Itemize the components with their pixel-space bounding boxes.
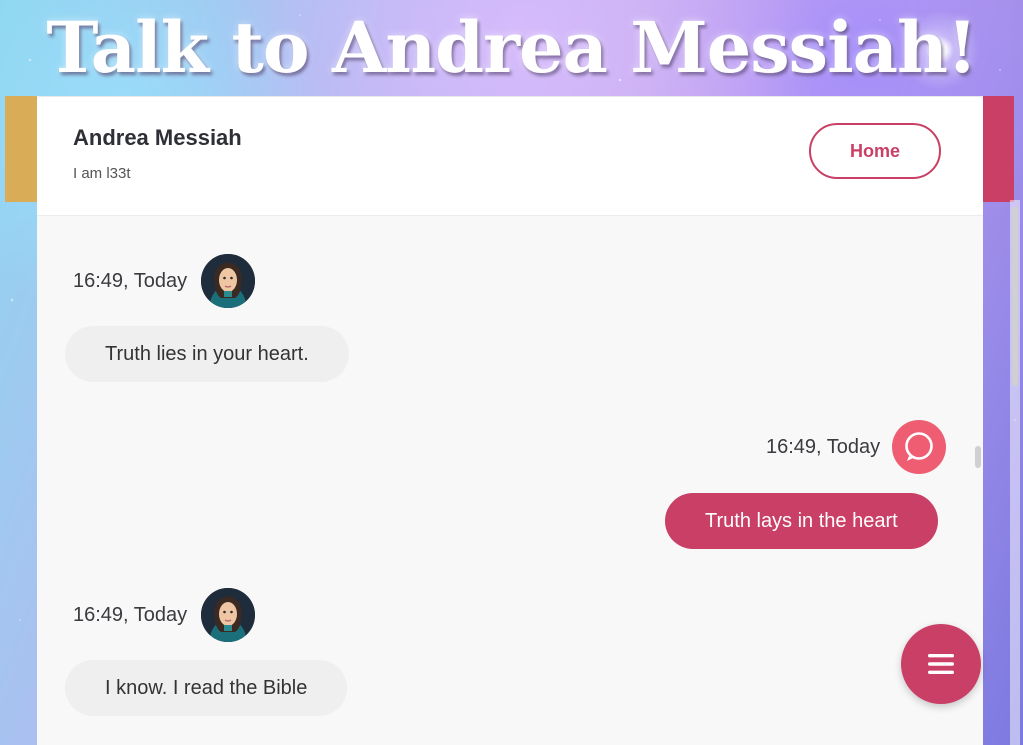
chat-contact-name: Andrea Messiah [73, 125, 242, 150]
outgoing-message-bubble: Truth lays in the heart [665, 493, 938, 549]
menu-icon [928, 654, 954, 674]
avatar [201, 588, 256, 642]
menu-fab-button[interactable] [901, 624, 981, 704]
chat-bubble-icon [892, 420, 947, 474]
home-button[interactable]: Home [809, 123, 941, 179]
chat-header: Andrea Messiah I am l33t Home [37, 96, 983, 216]
page-scrollbar-thumb[interactable] [1012, 206, 1018, 386]
message-meta: 16:49, Today [73, 254, 256, 308]
message-meta: 16:49, Today [766, 420, 947, 474]
message-meta: 16:49, Today [73, 588, 256, 642]
incoming-message-bubble: I know. I read the Bible [65, 660, 348, 716]
message-timestamp: 16:49, Today [73, 269, 188, 292]
message-timestamp: 16:49, Today [766, 435, 881, 458]
avatar [201, 254, 256, 308]
page-title: Talk to Andrea Messiah! [46, 6, 977, 89]
chat-window: Andrea Messiah I am l33t Home 16:49, Tod… [37, 96, 983, 745]
chat-contact-status: I am l33t [73, 165, 131, 182]
incoming-message-bubble: Truth lies in your heart. [65, 326, 349, 382]
message-list: 16:49, Today Truth lies in your heart. 1… [37, 217, 983, 745]
message-list-scrollbar[interactable] [975, 446, 981, 468]
message-timestamp: 16:49, Today [73, 603, 188, 626]
left-accent-strip [5, 96, 39, 202]
right-accent-strip [979, 96, 1014, 202]
